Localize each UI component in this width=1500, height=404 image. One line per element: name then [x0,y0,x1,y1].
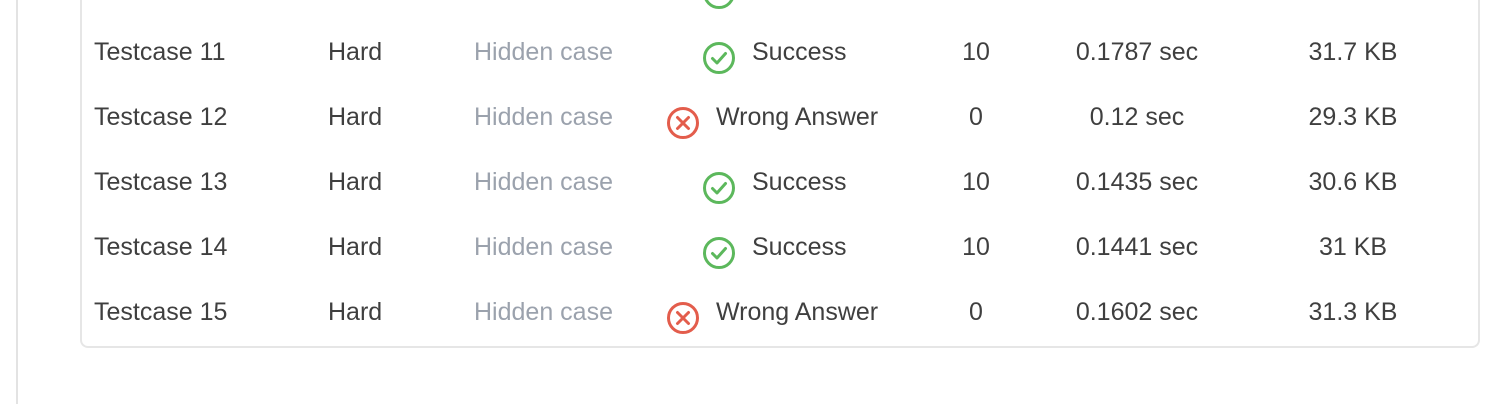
status-label: Wrong Answer [716,298,879,326]
difficulty-label: Hard [328,233,383,261]
status-cell: Success [662,150,922,214]
table-row: Testcase 12 Hard Hidden case Wrong Answer 0 0… [82,85,1478,149]
check-circle-icon [702,35,736,74]
check-circle-icon [702,230,736,269]
testcase-name: Testcase 11 [94,38,226,66]
memory-usage: 30.6 KB [1308,168,1398,196]
memory-usage: 31.7 KB [1308,38,1398,66]
table-row: Testcase 14 Hard Hidden case Success 10 0.144… [82,215,1478,279]
check-circle-icon [702,165,736,204]
status-label: Wrong Answer [716,103,879,131]
memory-usage: 31 KB [1258,0,1448,19]
score-value: 10 [962,168,990,196]
testcase-name: Testcase 12 [94,103,228,131]
status-label: Success [752,38,847,66]
hidden-case-label: Hidden case [474,233,613,261]
status-label: Success [752,233,847,261]
score-value: 0 [969,103,983,131]
table-row: Testcase 13 Hard Hidden case Success 10 0.143… [82,150,1478,214]
score-value: 10 [962,233,990,261]
x-circle-icon [666,100,700,139]
status-cell: Success [662,215,922,279]
memory-usage: 31.3 KB [1308,298,1398,326]
score-value: 10 [936,0,1016,19]
status-cell: Wrong Answer [662,280,922,344]
table-row: Testcase 11 Hard Hidden case Success 10 0.178… [82,20,1478,84]
execution-time: 0.1435 sec [1075,168,1199,196]
execution-time: 0.1536 sec [1032,0,1242,19]
difficulty-label: Hard [328,103,383,131]
hidden-case-label: Hidden case [474,298,613,326]
execution-time: 0.1441 sec [1075,233,1199,261]
table-row: Testcase 15 Hard Hidden case Wrong Answer 0 0… [82,280,1478,344]
testcase-name: Testcase 14 [94,233,228,261]
status-label: Success [752,0,846,19]
score-value: 10 [962,38,990,66]
hidden-case-label: Hidden case [474,0,613,19]
testcase-results-table: Testcase 10 Hard Hidden case Success 10 0.153… [80,0,1480,348]
x-circle-icon [666,295,700,334]
execution-time: 0.1602 sec [1075,298,1199,326]
status-cell: Success [662,20,922,84]
testcase-name: Testcase 10 [94,0,227,19]
check-circle-icon [702,0,736,9]
difficulty-label: Hard [328,298,383,326]
status-label: Success [752,168,847,196]
difficulty-label: Hard [328,168,383,196]
table-row: Testcase 10 Hard Hidden case Success 10 0.153… [82,0,1478,19]
hidden-case-label: Hidden case [474,168,613,196]
status-cell: Wrong Answer [662,85,922,149]
results-panel: Testcase 10 Hard Hidden case Success 10 0.153… [16,0,1500,404]
memory-usage: 31 KB [1318,233,1388,261]
score-value: 0 [969,298,983,326]
status-cell: Success [662,0,922,19]
memory-usage: 29.3 KB [1308,103,1398,131]
difficulty-label: Hard [328,38,383,66]
hidden-case-label: Hidden case [474,38,613,66]
execution-time: 0.12 sec [1089,103,1185,131]
testcase-name: Testcase 13 [94,168,228,196]
hidden-case-label: Hidden case [474,103,613,131]
execution-time: 0.1787 sec [1075,38,1199,66]
testcase-name: Testcase 15 [94,298,228,326]
difficulty-label: Hard [328,0,382,19]
